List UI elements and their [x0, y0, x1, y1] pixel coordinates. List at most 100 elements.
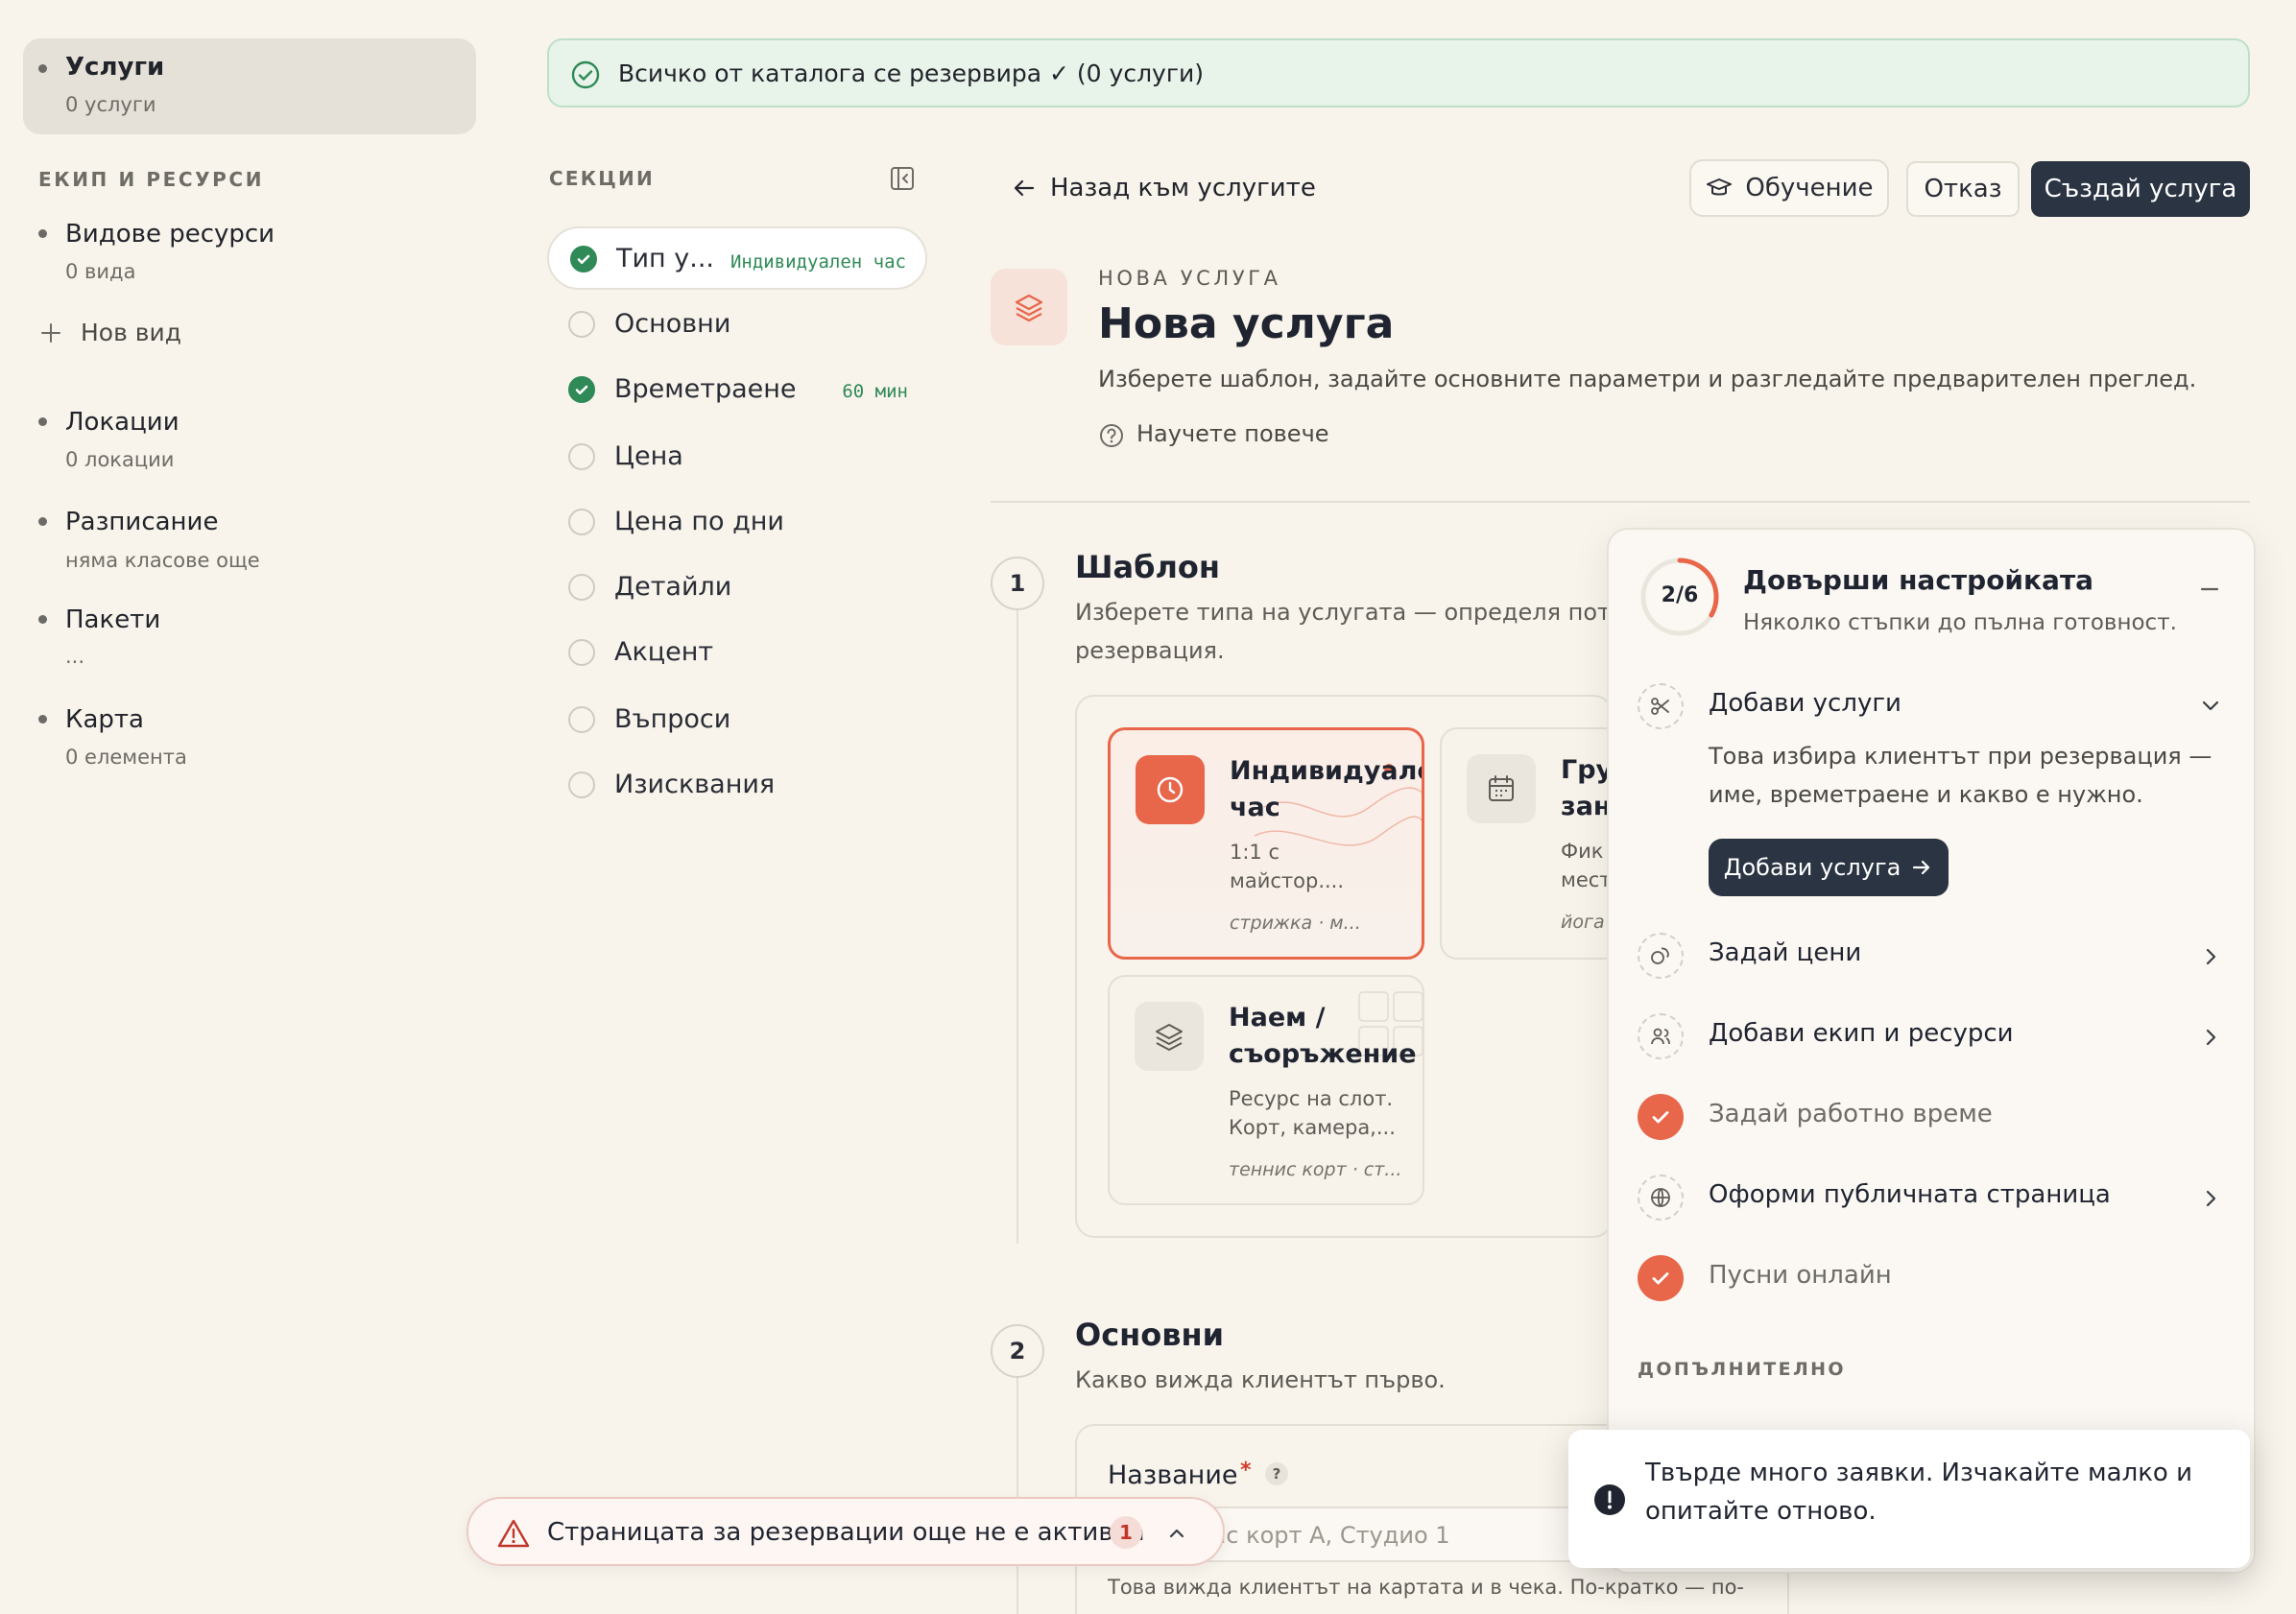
- progress-label: 2/6: [1661, 583, 1699, 607]
- template-card-individual[interactable]: Индивидуален час 1:1 с майстор.... стриж…: [1108, 727, 1424, 960]
- card-desc: Корт, камера,...: [1229, 1116, 1396, 1139]
- sidebar-item-label: Разписание: [65, 508, 219, 536]
- learn-more-link[interactable]: Научете повече: [1098, 418, 1348, 453]
- setup-subtitle: Няколко стъпки до пълна готовност.: [1743, 610, 2177, 635]
- card-title: зан: [1561, 792, 1612, 821]
- graduation-cap-icon: [1707, 178, 1733, 196]
- globe-icon: [1638, 1175, 1684, 1221]
- section-label: Детайли: [614, 572, 732, 602]
- section-label: Тип у...: [616, 244, 715, 273]
- setup-item-set-prices[interactable]: Задай цени: [1609, 923, 2254, 990]
- setup-item-label: Добави услуги: [1709, 689, 1901, 718]
- minimize-icon[interactable]: [2198, 578, 2221, 601]
- check-circle-icon: [571, 60, 600, 89]
- arrow-left-icon: [1014, 179, 1035, 197]
- status-count-badge: 1: [1110, 1516, 1142, 1549]
- step-title: Шаблон: [1075, 549, 1220, 585]
- section-item-duration[interactable]: Времетраене 60 мин: [547, 357, 927, 420]
- sidebar-item-label: Карта: [65, 705, 144, 734]
- page-title: Нова услуга: [1098, 299, 1395, 348]
- section-label: Въпроси: [614, 704, 731, 734]
- create-service-button[interactable]: Създай услуга: [2031, 161, 2250, 217]
- create-service-label: Създай услуга: [2044, 175, 2237, 203]
- sidebar-item-label: Услуги: [65, 53, 165, 82]
- setup-item-desc: Това избира клиентът при резервация —: [1709, 743, 2212, 770]
- sections-heading: СЕКЦИИ: [549, 167, 655, 190]
- section-item-type[interactable]: Тип у... Индивидуален час: [547, 226, 927, 290]
- card-example: теннис корт · ст...: [1229, 1159, 1402, 1180]
- required-mark: *: [1240, 1459, 1252, 1483]
- setup-title: Довърши настройката: [1743, 564, 2094, 596]
- section-meta: 60 мин: [842, 381, 908, 402]
- setup-item-label: Задай работно време: [1709, 1100, 1993, 1128]
- step-title: Основни: [1075, 1317, 1225, 1353]
- help-icon[interactable]: ?: [1265, 1462, 1288, 1485]
- chevron-right-icon: [2206, 1190, 2216, 1207]
- step-connector: [1016, 1378, 1018, 1614]
- setup-item-label: Добави екип и ресурси: [1709, 1019, 2014, 1048]
- sidebar-item-label: Пакети: [65, 605, 161, 634]
- section-item-questions[interactable]: Въпроси: [547, 687, 927, 750]
- setup-item-working-hours[interactable]: Задай работно време: [1609, 1084, 2254, 1151]
- bullet-icon: [38, 417, 47, 426]
- section-item-highlight[interactable]: Акцент: [547, 620, 927, 683]
- section-item-requirements[interactable]: Изисквания: [547, 752, 927, 816]
- layers-icon: [1135, 1002, 1204, 1071]
- name-hint: Това вижда клиентът на картата и в чека.…: [1108, 1576, 1744, 1599]
- coins-icon: [1638, 933, 1684, 979]
- chevron-right-icon: [2206, 948, 2216, 965]
- setup-item-public-page[interactable]: Оформи публичната страница: [1609, 1165, 2254, 1232]
- card-title: Наем /: [1229, 1003, 1326, 1032]
- chevron-up-icon[interactable]: [1163, 1520, 1190, 1547]
- section-item-basics[interactable]: Основни: [547, 292, 927, 355]
- step-number: 2: [991, 1324, 1044, 1378]
- new-type-label: Нов вид: [81, 319, 182, 346]
- booking-page-status-pill[interactable]: Страницата за резервации още не е активн…: [466, 1497, 1225, 1566]
- cancel-button[interactable]: Отказ: [1906, 161, 2020, 217]
- card-desc: мест: [1561, 868, 1612, 891]
- sidebar-item-count: 0 услуги: [65, 93, 156, 116]
- arrow-right-icon: [1913, 860, 1930, 875]
- setup-item-add-team[interactable]: Добави екип и ресурси: [1609, 1004, 2254, 1071]
- catalog-status-banner: Всичко от каталога се резервира ✓ (0 усл…: [547, 38, 2250, 107]
- setup-item-add-services[interactable]: Добави услуги: [1609, 674, 2254, 741]
- section-label: Акцент: [614, 637, 714, 667]
- add-service-button[interactable]: Добави услуга: [1709, 839, 1949, 896]
- sidebar-item-count: няма класове още: [65, 549, 260, 572]
- training-button[interactable]: Обучение: [1689, 159, 1889, 217]
- help-circle-icon: [1100, 424, 1123, 447]
- layers-icon: [1015, 294, 1043, 322]
- page-eyebrow: НОВА УСЛУГА: [1098, 267, 1281, 290]
- collapse-panel-icon[interactable]: [889, 165, 916, 192]
- section-item-price[interactable]: Цена: [547, 424, 927, 487]
- back-link[interactable]: Назад към услугите: [1010, 169, 1316, 207]
- card-desc: 1:1 с: [1230, 841, 1280, 864]
- setup-item-go-online[interactable]: Пусни онлайн: [1609, 1246, 2254, 1313]
- sidebar-item-count: ...: [65, 645, 85, 668]
- section-label: Изисквания: [614, 770, 776, 799]
- card-example: йога: [1561, 912, 1605, 933]
- banner-text: Всичко от каталога се резервира ✓ (0 усл…: [618, 59, 1204, 87]
- section-item-price-by-day[interactable]: Цена по дни: [547, 489, 927, 553]
- warning-triangle-icon: [497, 1519, 530, 1548]
- setup-item-label: Пусни онлайн: [1709, 1261, 1892, 1290]
- section-label: Основни: [614, 309, 731, 339]
- section-item-details[interactable]: Детайли: [547, 555, 927, 618]
- error-toast: Твърде много заявки. Изчакайте малко и о…: [1568, 1430, 2250, 1568]
- step-desc: резервация.: [1075, 637, 1225, 664]
- setup-checklist-panel: 2/6 Довърши настройката Няколко стъпки д…: [1607, 528, 2256, 1574]
- service-icon-tile: [991, 269, 1067, 345]
- template-card-rental[interactable]: Наем / съоръжение Ресурс на слот. Корт, …: [1108, 975, 1424, 1205]
- new-type-button[interactable]: Нов вид: [35, 315, 227, 353]
- card-title: съоръжение: [1229, 1039, 1417, 1069]
- card-desc: Ресурс на слот.: [1229, 1087, 1394, 1110]
- card-title: час: [1230, 793, 1280, 822]
- extra-heading: ДОПЪЛНИТЕЛНО: [1638, 1359, 1846, 1380]
- empty-circle-icon: [568, 443, 595, 470]
- name-input-placeholder: нис корт А, Студио 1: [1196, 1522, 1450, 1549]
- sidebar-item-count: 0 вида: [65, 260, 136, 283]
- empty-circle-icon: [568, 574, 595, 601]
- setup-item-label: Оформи публичната страница: [1709, 1180, 2111, 1209]
- section-label: Времетраене: [614, 374, 797, 404]
- learn-more-label: Научете повече: [1136, 420, 1329, 447]
